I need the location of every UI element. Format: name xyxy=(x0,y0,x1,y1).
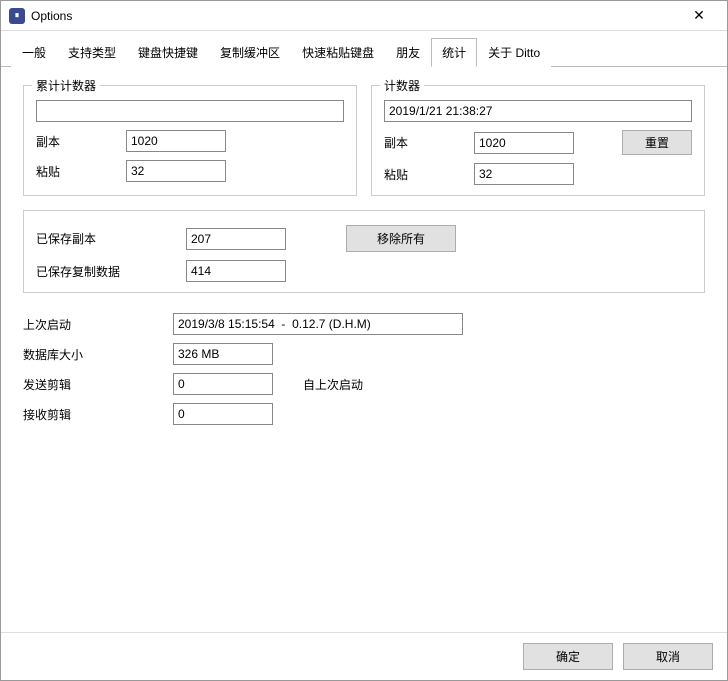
last-start-input[interactable] xyxy=(173,313,463,335)
tabs: 一般 支持类型 键盘快捷键 复制缓冲区 快速粘贴键盘 朋友 统计 关于 Ditt… xyxy=(1,31,727,67)
ok-button[interactable]: 确定 xyxy=(523,643,613,670)
cumulative-datetime-input[interactable] xyxy=(36,100,344,122)
recv-clips-input[interactable] xyxy=(173,403,273,425)
since-last-label: 自上次启动 xyxy=(303,376,363,393)
options-window: ⏸ Options ✕ 一般 支持类型 键盘快捷键 复制缓冲区 快速粘贴键盘 朋… xyxy=(0,0,728,681)
cumulative-pastes-label: 粘贴 xyxy=(36,163,126,180)
cumulative-pastes-input[interactable] xyxy=(126,160,226,182)
tab-general[interactable]: 一般 xyxy=(11,38,57,67)
tab-quickpaste[interactable]: 快速粘贴键盘 xyxy=(291,38,385,67)
reset-button[interactable]: 重置 xyxy=(622,130,692,155)
counter-pastes-label: 粘贴 xyxy=(384,166,474,183)
saved-data-input[interactable] xyxy=(186,260,286,282)
saved-data-label: 已保存复制数据 xyxy=(36,263,186,280)
db-size-input[interactable] xyxy=(173,343,273,365)
tab-friends[interactable]: 朋友 xyxy=(385,38,431,67)
counter-datetime-input[interactable] xyxy=(384,100,692,122)
group-saved: 已保存副本 移除所有 已保存复制数据 xyxy=(23,210,705,293)
saved-copies-input[interactable] xyxy=(186,228,286,250)
group-cumulative-title: 累计计数器 xyxy=(32,77,100,94)
group-counter: 计数器 副本 重置 粘贴 xyxy=(371,85,705,196)
cumulative-copies-input[interactable] xyxy=(126,130,226,152)
send-clips-label: 发送剪辑 xyxy=(23,376,173,393)
tab-supported-types[interactable]: 支持类型 xyxy=(57,38,127,67)
counter-copies-input[interactable] xyxy=(474,132,574,154)
tab-content: 累计计数器 副本 粘贴 计数器 xyxy=(1,67,727,632)
app-icon: ⏸ xyxy=(9,8,25,24)
db-size-label: 数据库大小 xyxy=(23,346,173,363)
cancel-button[interactable]: 取消 xyxy=(623,643,713,670)
saved-copies-label: 已保存副本 xyxy=(36,230,186,247)
last-start-label: 上次启动 xyxy=(23,316,173,333)
tab-copy-buffer[interactable]: 复制缓冲区 xyxy=(209,38,291,67)
counter-pastes-input[interactable] xyxy=(474,163,574,185)
tab-about[interactable]: 关于 Ditto xyxy=(477,38,551,67)
footer: 确定 取消 xyxy=(1,632,727,680)
group-counter-title: 计数器 xyxy=(380,77,424,94)
tab-hotkeys[interactable]: 键盘快捷键 xyxy=(127,38,209,67)
tab-stats[interactable]: 统计 xyxy=(431,38,477,67)
send-clips-input[interactable] xyxy=(173,373,273,395)
cumulative-copies-label: 副本 xyxy=(36,133,126,150)
group-cumulative: 累计计数器 副本 粘贴 xyxy=(23,85,357,196)
close-icon[interactable]: ✕ xyxy=(679,7,719,24)
recv-clips-label: 接收剪辑 xyxy=(23,406,173,423)
window-title: Options xyxy=(31,9,679,23)
remove-all-button[interactable]: 移除所有 xyxy=(346,225,456,252)
titlebar: ⏸ Options ✕ xyxy=(1,1,727,31)
counter-copies-label: 副本 xyxy=(384,134,474,151)
